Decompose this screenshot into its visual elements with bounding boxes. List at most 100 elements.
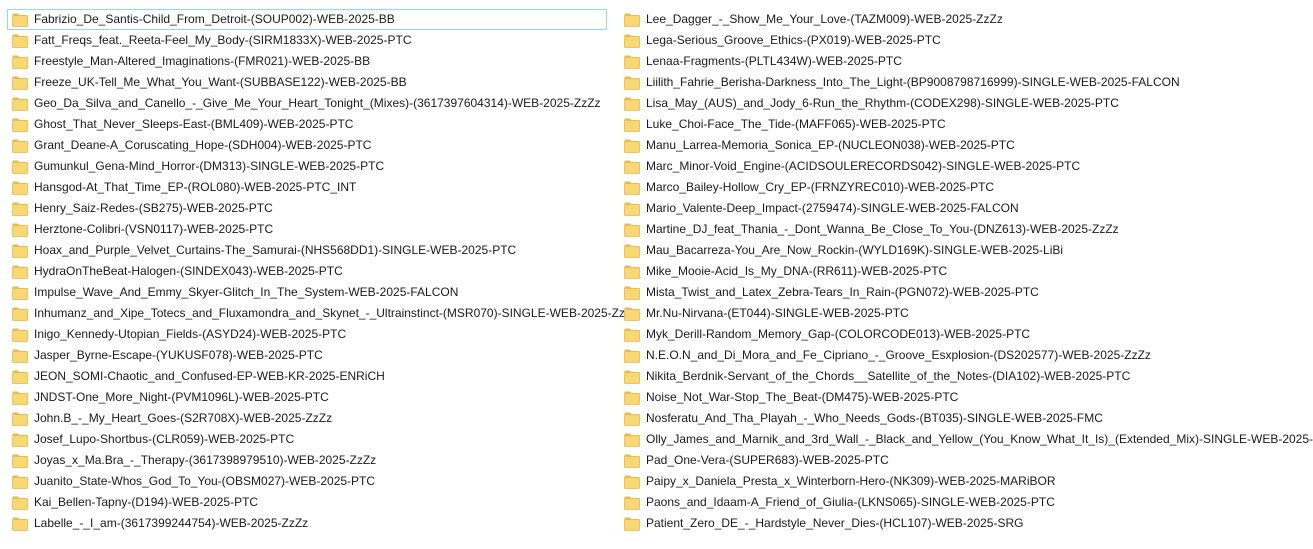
folder-item[interactable]: Lisa_May_(AUS)_and_Jody_6-Run_the_Rhythm… [619,93,1309,114]
folder-item[interactable]: Olly_James_and_Marnik_and_3rd_Wall_-_Bla… [619,429,1313,450]
folder-icon [12,202,28,216]
folder-name: JNDST-One_More_Night-(PVM1096L)-WEB-2025… [34,390,329,404]
folder-icon [12,454,28,468]
folder-item[interactable]: JNDST-One_More_Night-(PVM1096L)-WEB-2025… [7,387,607,408]
folder-name: JEON_SOMI-Chaotic_and_Confused-EP-WEB-KR… [34,369,385,383]
folder-item[interactable]: Nikita_Berdnik-Servant_of_the_Chords__Sa… [619,366,1309,387]
folder-name: Labelle_-_I_am-(3617399244754)-WEB-2025-… [34,516,309,530]
folder-name: Herztone-Colibri-(VSN0117)-WEB-2025-PTC [34,222,274,236]
folder-item[interactable]: Liilith_Fahrie_Berisha-Darkness_Into_The… [619,72,1309,93]
folder-name: Paipy_x_Daniela_Presta_x_Winterborn-Hero… [646,474,1056,488]
folder-name: Mario_Valente-Deep_Impact-(2759474)-SING… [646,201,1019,215]
folder-item[interactable]: Manu_Larrea-Memoria_Sonica_EP-(NUCLEON03… [619,135,1309,156]
folder-name: Freestyle_Man-Altered_Imaginations-(FMR0… [34,54,371,68]
folder-item[interactable]: HydraOnTheBeat-Halogen-(SINDEX043)-WEB-2… [7,261,607,282]
folder-icon [624,13,640,27]
folder-item[interactable]: Lenaa-Fragments-(PLTL434W)-WEB-2025-PTC [619,51,1309,72]
folder-icon [12,55,28,69]
folder-item[interactable]: Mario_Valente-Deep_Impact-(2759474)-SING… [619,198,1309,219]
folder-name: Marc_Minor-Void_Engine-(ACIDSOULERECORDS… [646,159,1081,173]
folder-item[interactable]: Myk_Derill-Random_Memory_Gap-(COLORCODE0… [619,324,1309,345]
folder-item[interactable]: Gumunkul_Gena-Mind_Horror-(DM313)-SINGLE… [7,156,607,177]
folder-name: Manu_Larrea-Memoria_Sonica_EP-(NUCLEON03… [646,138,1015,152]
folder-name: Paons_and_Idaam-A_Friend_of_Giulia-(LKNS… [646,495,1055,509]
folder-name: HydraOnTheBeat-Halogen-(SINDEX043)-WEB-2… [34,264,343,278]
folder-item[interactable]: Joyas_x_Ma.Bra_-_Therapy-(3617398979510)… [7,450,607,471]
folder-icon [624,328,640,342]
folder-item[interactable]: JEON_SOMI-Chaotic_and_Confused-EP-WEB-KR… [7,366,607,387]
folder-name: Hansgod-At_That_Time_EP-(ROL080)-WEB-202… [34,180,357,194]
folder-name: Marco_Bailey-Hollow_Cry_EP-(FRNZYREC010)… [646,180,995,194]
folder-icon [12,328,28,342]
folder-name: N.E.O.N_and_Di_Mora_and_Fe_Cipriano_-_Gr… [646,348,1151,362]
folder-item[interactable]: Marc_Minor-Void_Engine-(ACIDSOULERECORDS… [619,156,1309,177]
folder-item[interactable]: Henry_Saiz-Redes-(SB275)-WEB-2025-PTC [7,198,607,219]
folder-icon [624,34,640,48]
folder-icon [12,307,28,321]
folder-icon [12,223,28,237]
folder-item[interactable]: Inhumanz_and_Xipe_Totecs_and_Fluxamondra… [7,303,638,324]
folder-item[interactable]: John.B_-_My_Heart_Goes-(S2R708X)-WEB-202… [7,408,607,429]
folder-item[interactable]: Marco_Bailey-Hollow_Cry_EP-(FRNZYREC010)… [619,177,1309,198]
folder-icon [12,97,28,111]
folder-icon [12,13,28,27]
folder-name: Kai_Bellen-Tapny-(D194)-WEB-2025-PTC [34,495,259,509]
folder-name: Josef_Lupo-Shortbus-(CLR059)-WEB-2025-PT… [34,432,295,446]
folder-name: Mr.Nu-Nirvana-(ET044)-SINGLE-WEB-2025-PT… [646,306,909,320]
folder-icon [624,391,640,405]
folder-icon [12,412,28,426]
folder-item[interactable]: Mau_Bacarreza-You_Are_Now_Rockin-(WYLD16… [619,240,1309,261]
folder-item[interactable]: Patient_Zero_DE_-_Hardstyle_Never_Dies-(… [619,513,1309,534]
folder-item[interactable]: Mista_Twist_and_Latex_Zebra-Tears_In_Rai… [619,282,1309,303]
folder-icon [12,244,28,258]
folder-item[interactable]: Geo_Da_Silva_and_Canello_-_Give_Me_Your_… [7,93,607,114]
folder-name: Martine_DJ_feat_Thania_-_Dont_Wanna_Be_C… [646,222,1119,236]
folder-item[interactable]: Impulse_Wave_And_Emmy_Skyer-Glitch_In_Th… [7,282,607,303]
folder-icon [12,370,28,384]
folder-item[interactable]: Freeze_UK-Tell_Me_What_You_Want-(SUBBASE… [7,72,607,93]
folder-name: Mista_Twist_and_Latex_Zebra-Tears_In_Rai… [646,285,1039,299]
folder-icon [624,454,640,468]
folder-name: Grant_Deane-A_Coruscating_Hope-(SDH004)-… [34,138,372,152]
folder-name: Geo_Da_Silva_and_Canello_-_Give_Me_Your_… [34,96,601,110]
folder-name: Gumunkul_Gena-Mind_Horror-(DM313)-SINGLE… [34,159,385,173]
folder-item[interactable]: Josef_Lupo-Shortbus-(CLR059)-WEB-2025-PT… [7,429,607,450]
folder-item[interactable]: Jasper_Byrne-Escape-(YUKUSF078)-WEB-2025… [7,345,607,366]
folder-item[interactable]: Martine_DJ_feat_Thania_-_Dont_Wanna_Be_C… [619,219,1309,240]
folder-name: Impulse_Wave_And_Emmy_Skyer-Glitch_In_Th… [34,285,459,299]
folder-icon [624,307,640,321]
folder-item[interactable]: Luke_Choi-Face_The_Tide-(MAFF065)-WEB-20… [619,114,1309,135]
folder-item[interactable]: Herztone-Colibri-(VSN0117)-WEB-2025-PTC [7,219,607,240]
folder-item[interactable]: Noise_Not_War-Stop_The_Beat-(DM475)-WEB-… [619,387,1309,408]
folder-item[interactable]: Nosferatu_And_Tha_Playah_-_Who_Needs_God… [619,408,1309,429]
folder-icon [624,223,640,237]
folder-name: Nosferatu_And_Tha_Playah_-_Who_Needs_God… [646,411,1103,425]
folder-icon [624,181,640,195]
folder-item[interactable]: Mike_Mooie-Acid_Is_My_DNA-(RR611)-WEB-20… [619,261,1309,282]
folder-item[interactable]: Inigo_Kennedy-Utopian_Fields-(ASYD24)-WE… [7,324,607,345]
folder-icon [12,265,28,279]
folder-item[interactable]: Hoax_and_Purple_Velvet_Curtains-The_Samu… [7,240,607,261]
folder-item[interactable]: Paons_and_Idaam-A_Friend_of_Giulia-(LKNS… [619,492,1309,513]
folder-name: Noise_Not_War-Stop_The_Beat-(DM475)-WEB-… [646,390,959,404]
folder-item[interactable]: Juanito_State-Whos_God_To_You-(OBSM027)-… [7,471,607,492]
folder-item[interactable]: Grant_Deane-A_Coruscating_Hope-(SDH004)-… [7,135,607,156]
folder-icon [624,160,640,174]
folder-icon [12,181,28,195]
folder-item[interactable]: N.E.O.N_and_Di_Mora_and_Fe_Cipriano_-_Gr… [619,345,1309,366]
folder-item[interactable]: Fatt_Freqs_feat._Reeta-Feel_My_Body-(SIR… [7,30,607,51]
folder-item[interactable]: Fabrizio_De_Santis-Child_From_Detroit-(S… [7,9,607,30]
folder-column-right: Lee_Dagger_-_Show_Me_Your_Love-(TAZM009)… [619,9,1313,534]
folder-item[interactable]: Kai_Bellen-Tapny-(D194)-WEB-2025-PTC [7,492,607,513]
folder-item[interactable]: Lega-Serious_Groove_Ethics-(PX019)-WEB-2… [619,30,1309,51]
folder-name: Inigo_Kennedy-Utopian_Fields-(ASYD24)-WE… [34,327,347,341]
folder-item[interactable]: Lee_Dagger_-_Show_Me_Your_Love-(TAZM009)… [619,9,1309,30]
folder-item[interactable]: Ghost_That_Never_Sleeps-East-(BML409)-WE… [7,114,607,135]
folder-item[interactable]: Mr.Nu-Nirvana-(ET044)-SINGLE-WEB-2025-PT… [619,303,1309,324]
folder-item[interactable]: Pad_One-Vera-(SUPER683)-WEB-2025-PTC [619,450,1309,471]
folder-item[interactable]: Hansgod-At_That_Time_EP-(ROL080)-WEB-202… [7,177,607,198]
folder-icon [624,517,640,531]
folder-item[interactable]: Freestyle_Man-Altered_Imaginations-(FMR0… [7,51,607,72]
folder-item[interactable]: Labelle_-_I_am-(3617399244754)-WEB-2025-… [7,513,607,534]
folder-item[interactable]: Paipy_x_Daniela_Presta_x_Winterborn-Hero… [619,471,1309,492]
